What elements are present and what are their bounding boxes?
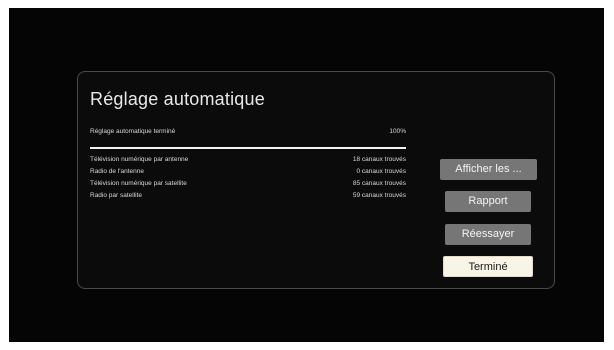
progress-bar	[90, 147, 406, 149]
status-label: Réglage automatique terminé	[90, 128, 176, 135]
result-label: Télévision numérique par antenne	[90, 156, 189, 163]
result-row: Radio par satellite 59 canaux trouvés	[90, 192, 406, 204]
auto-tuning-dialog: Réglage automatique Réglage automatique …	[77, 71, 555, 289]
result-row: Télévision numérique par satellite 85 ca…	[90, 180, 406, 192]
result-label: Télévision numérique par satellite	[90, 180, 187, 187]
show-channels-button[interactable]: Afficher les ...	[440, 159, 537, 180]
result-value: 18 canaux trouvés	[352, 156, 406, 163]
result-row: Radio de l'antenne 0 canaux trouvés	[90, 168, 406, 180]
results-list: Télévision numérique par antenne 18 cana…	[90, 156, 406, 204]
result-value: 85 canaux trouvés	[352, 180, 406, 187]
progress-fill	[90, 147, 406, 149]
retry-button[interactable]: Réessayer	[445, 224, 531, 245]
result-label: Radio de l'antenne	[90, 168, 145, 175]
tv-screen: Réglage automatique Réglage automatique …	[9, 8, 604, 342]
result-value: 59 canaux trouvés	[352, 192, 406, 199]
result-label: Radio par satellite	[90, 192, 143, 199]
dialog-title: Réglage automatique	[90, 89, 265, 109]
done-button[interactable]: Terminé	[443, 256, 533, 277]
status-percent: 100%	[389, 128, 406, 135]
result-row: Télévision numérique par antenne 18 cana…	[90, 156, 406, 168]
report-button[interactable]: Rapport	[445, 191, 531, 212]
result-value: 0 canaux trouvés	[356, 168, 406, 175]
